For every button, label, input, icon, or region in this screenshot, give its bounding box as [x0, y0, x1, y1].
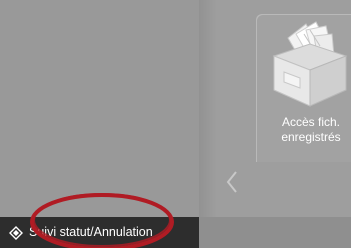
tile-label-line1: Accès fich. — [281, 115, 341, 129]
status-monitor-icon — [9, 226, 23, 240]
tile-saved-files-access[interactable]: Accès fich. enregistrés — [256, 14, 351, 162]
tile-label-line2: enregistrés — [281, 130, 341, 144]
main-menu-screen: Accès fich. enregistrés Suivi statut/Ann… — [0, 0, 351, 248]
file-box-icon — [272, 21, 348, 107]
bottom-bar-right-area — [199, 217, 351, 248]
menu-left-area — [0, 0, 199, 217]
bottom-bar: Suivi statut/Annulation — [0, 217, 351, 248]
status-cancel-label: Suivi statut/Annulation — [29, 225, 153, 239]
panel-divider — [199, 0, 217, 217]
chevron-left-icon[interactable] — [222, 168, 242, 196]
status-cancel-button[interactable]: Suivi statut/Annulation — [0, 217, 199, 248]
